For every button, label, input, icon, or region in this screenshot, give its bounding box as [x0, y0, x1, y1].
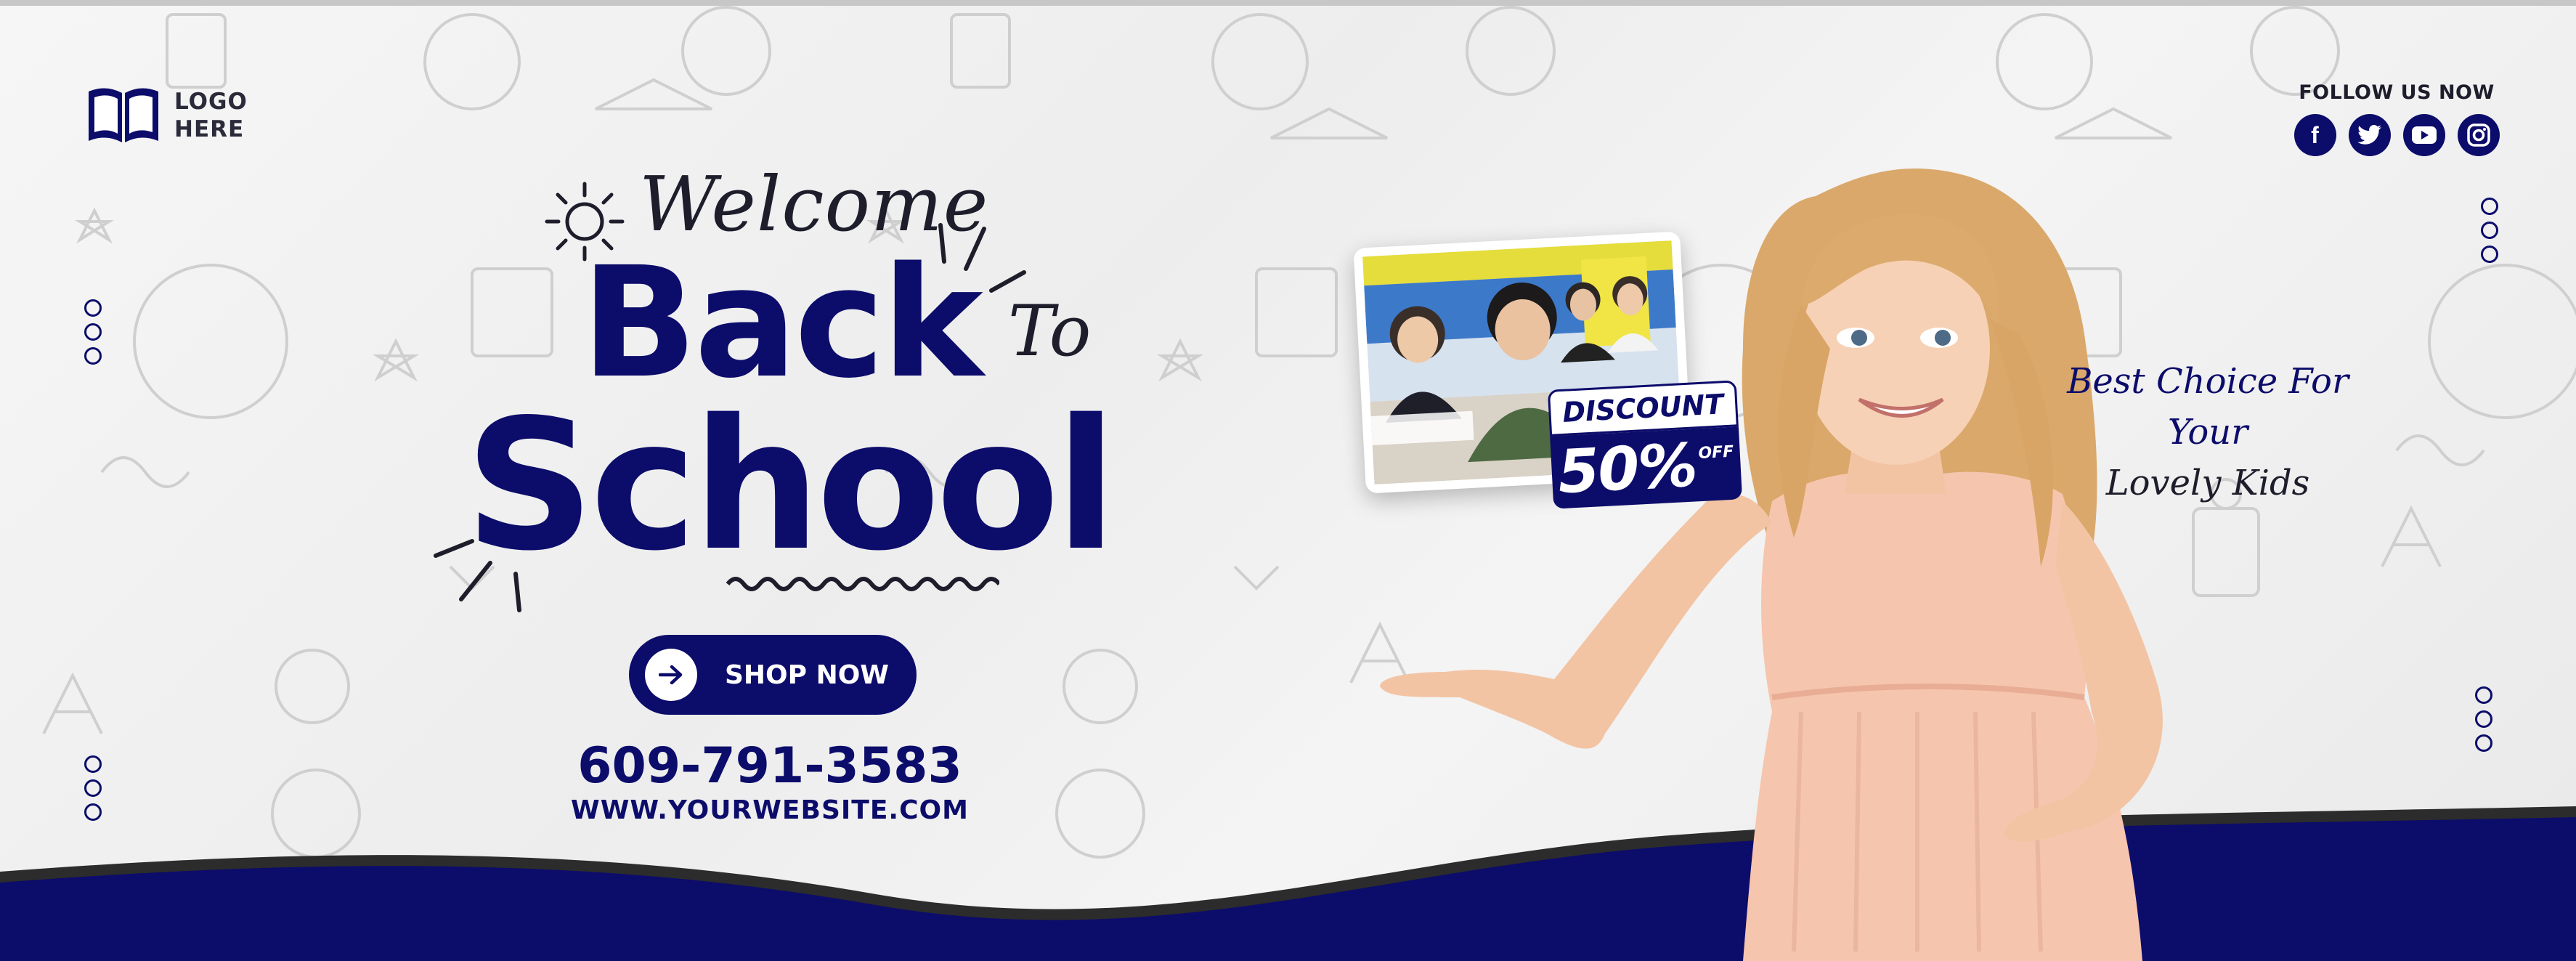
tagline: Best Choice For Your Lovely Kids	[2055, 356, 2360, 508]
tagline-line2: Lovely Kids	[2105, 463, 2310, 503]
discount-percent: 50%	[1556, 430, 1698, 507]
discount-value: 50% OFF	[1550, 426, 1743, 509]
dots-right-bottom	[2475, 686, 2494, 758]
discount-tag[interactable]: DISCOUNT 50% OFF	[1547, 380, 1743, 509]
discount-off: OFF	[1697, 442, 1734, 463]
dots-left-bottom	[84, 755, 103, 827]
dots-right-top	[2481, 198, 2500, 269]
tagline-line1: Best Choice For Your	[2067, 361, 2349, 453]
dots-left-top	[84, 299, 103, 371]
school-banner: LOGO HERE FOLLOW US NOW f Welcome Back T…	[0, 0, 2576, 961]
